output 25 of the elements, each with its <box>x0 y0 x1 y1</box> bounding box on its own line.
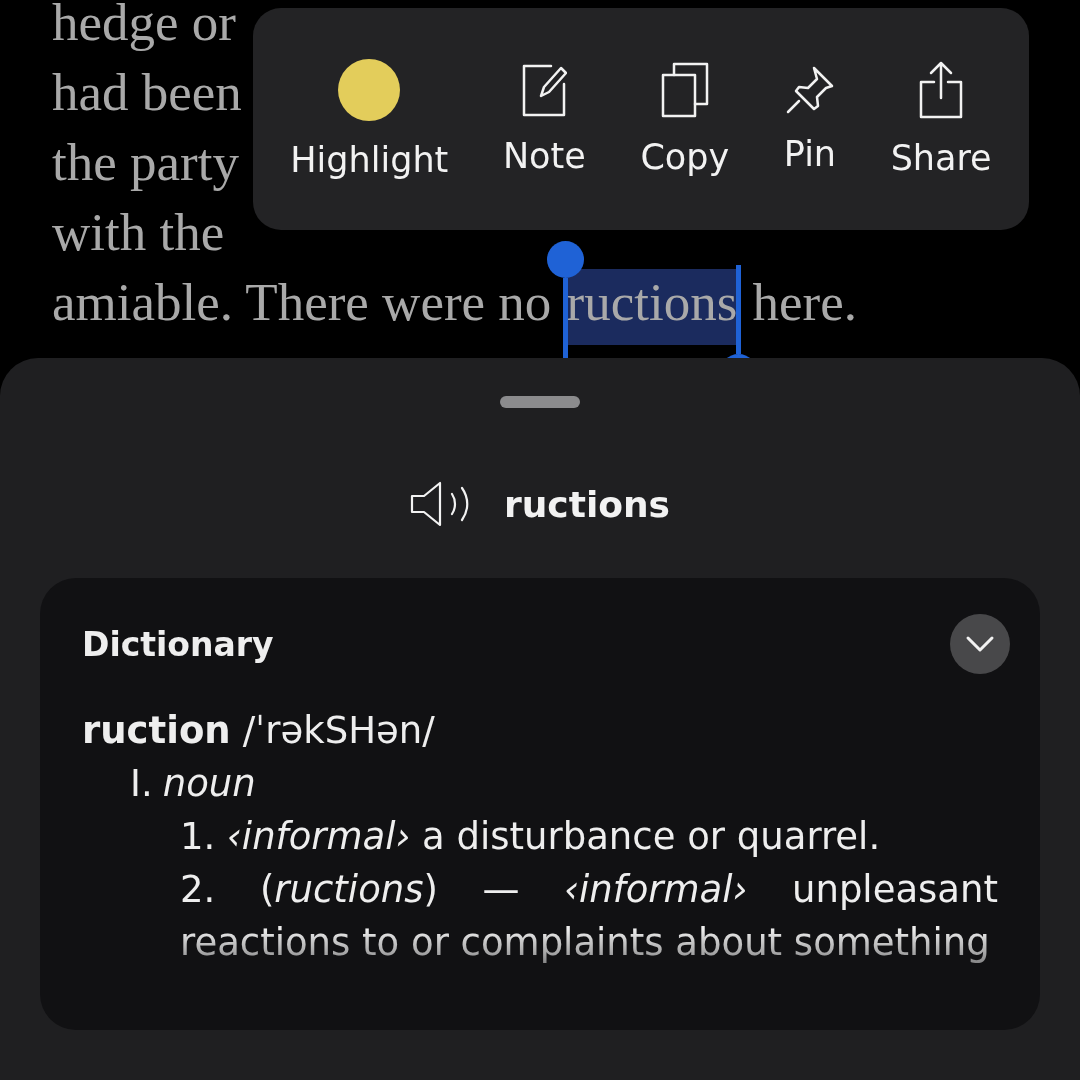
book-text: with the <box>52 203 225 261</box>
book-text: the party <box>52 133 239 191</box>
copy-icon <box>659 61 710 119</box>
share-action[interactable]: Share <box>886 60 996 178</box>
looked-up-word: ructions <box>503 483 671 525</box>
copy-action[interactable]: Copy <box>636 61 734 177</box>
book-text: amiable. There were no <box>52 273 553 331</box>
drag-handle[interactable] <box>500 396 580 408</box>
expand-button[interactable] <box>950 614 1010 674</box>
part-of-speech-number: I. <box>130 761 153 807</box>
note-action[interactable]: Note <box>498 62 590 176</box>
part-of-speech: noun <box>162 761 256 807</box>
highlight-action[interactable]: Highlight <box>286 58 453 180</box>
headword: ruction <box>82 708 231 754</box>
chevron-down-icon <box>965 635 995 653</box>
definition-text: 2. (ructions) — ‹informal› unpleasant reactions to or complaints about something <box>179 867 998 966</box>
note-icon <box>521 62 568 118</box>
book-text: here. <box>751 273 858 331</box>
pronunciation: /ˈrəkSHən/ <box>242 708 435 754</box>
card-title: Dictionary <box>82 624 274 664</box>
book-text: had been <box>52 63 242 121</box>
definition-text: 1. ‹informal› a disturbance or quarrel. <box>179 814 882 860</box>
pin-action[interactable]: Pin <box>779 64 841 174</box>
share-icon <box>918 60 965 120</box>
book-text: hedge or <box>52 0 236 51</box>
